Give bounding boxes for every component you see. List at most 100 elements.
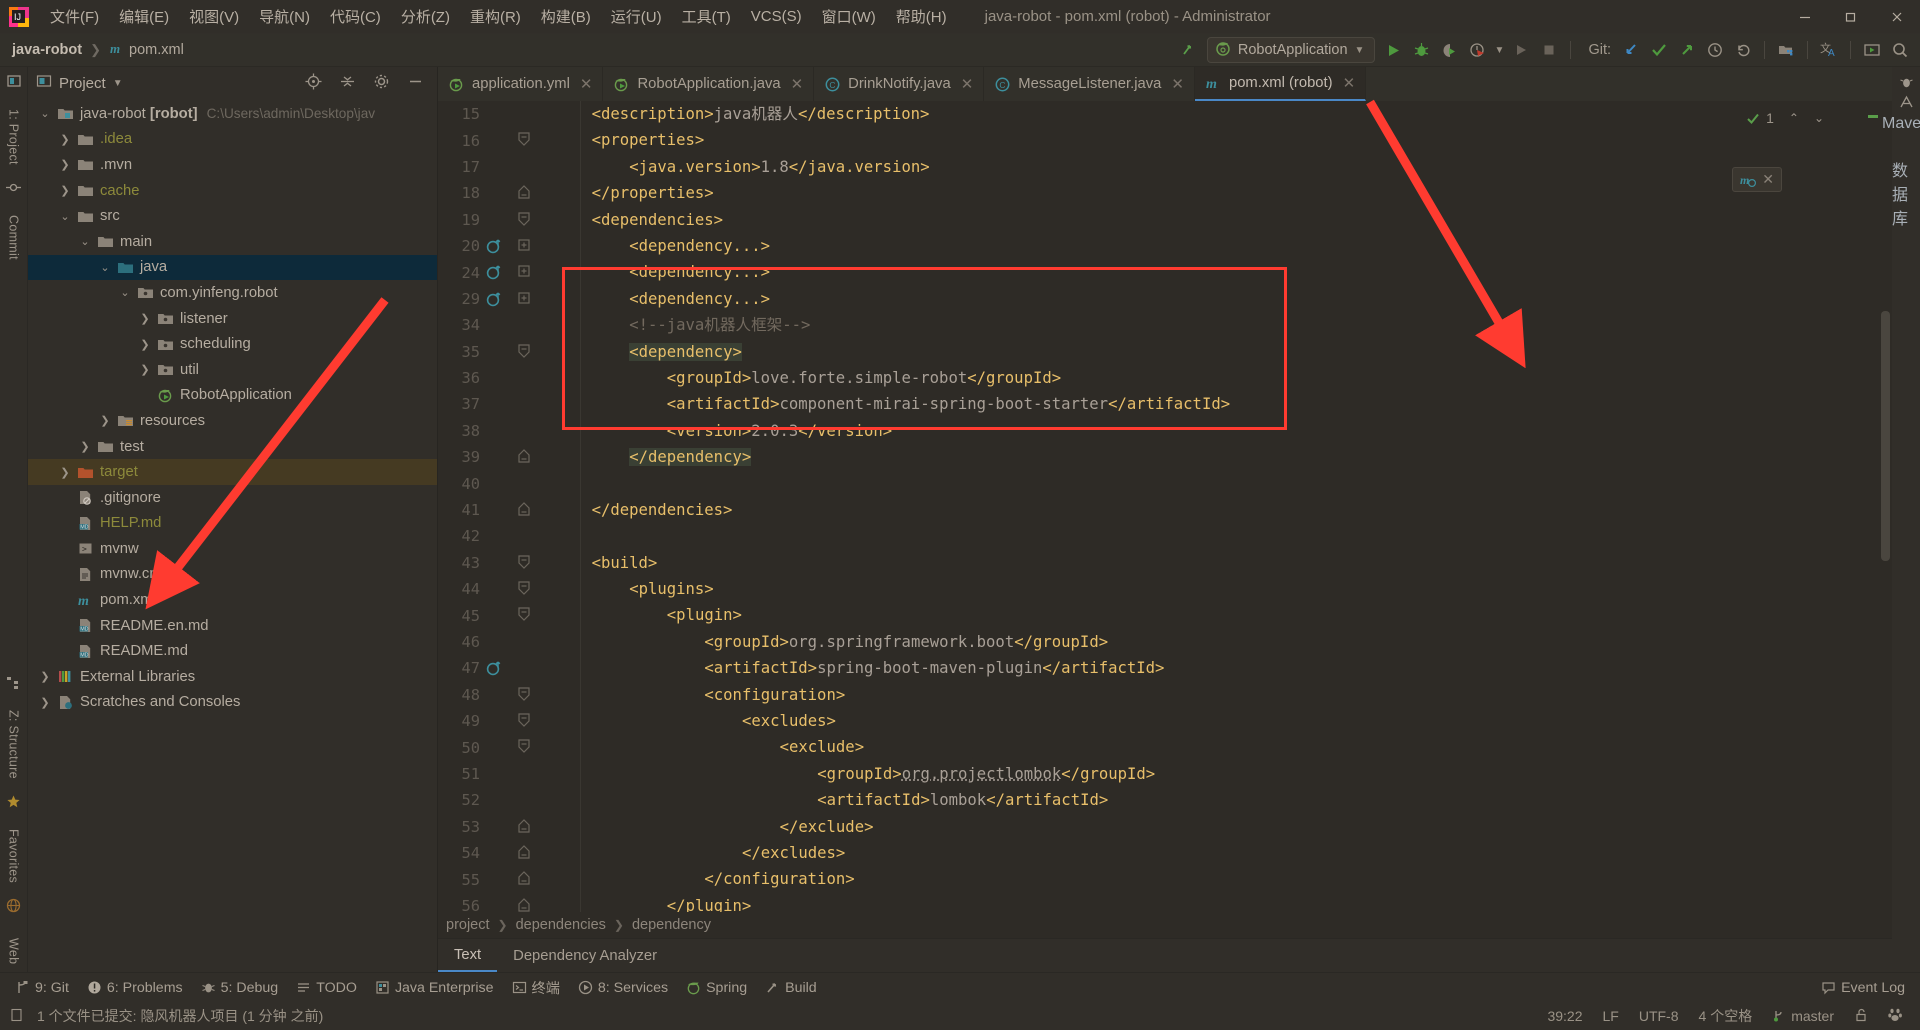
close-icon[interactable]: ✕	[961, 75, 974, 93]
menu-item-9[interactable]: 工具(T)	[672, 3, 741, 30]
breadcrumb-project[interactable]: java-robot	[6, 40, 88, 60]
fold-plus-icon[interactable]	[516, 237, 532, 257]
chevron-right-icon[interactable]: ❯	[98, 414, 112, 428]
gutter-line[interactable]: 16	[438, 127, 548, 153]
code-line[interactable]: <plugin>	[554, 602, 1892, 628]
editor-view-tab-text[interactable]: Text	[438, 939, 497, 972]
bottom-tool-java-enterprise[interactable]: Java Enterprise	[368, 977, 501, 999]
settings-icon[interactable]	[368, 73, 395, 94]
gutter-line[interactable]: 17	[438, 154, 548, 180]
gutter-line[interactable]: 20	[438, 233, 548, 259]
code-line[interactable]: <!--java机器人框架-->	[554, 312, 1892, 338]
chevron-down-icon[interactable]: ⌄	[98, 260, 112, 274]
gutter-line[interactable]: 45	[438, 602, 548, 628]
tree-item-com-yinfeng-robot[interactable]: ⌄ com.yinfeng.robot	[28, 280, 437, 306]
code-line[interactable]: <properties>	[554, 127, 1892, 153]
chevron-down-icon[interactable]: ⌄	[118, 286, 132, 300]
chevron-down-icon[interactable]: ⌄	[58, 209, 72, 223]
fold-open-icon[interactable]	[516, 211, 532, 231]
bottom-tool-8-services[interactable]: 8: Services	[571, 977, 675, 999]
run-configuration-selector[interactable]: RobotApplication ▼	[1207, 37, 1376, 63]
close-icon[interactable]: ✕	[580, 75, 593, 93]
dependency-update-icon[interactable]	[486, 660, 502, 680]
sidebar-item-favorites[interactable]: Favorites	[7, 821, 21, 891]
editor-tab-drinknotify-java[interactable]: C DrinkNotify.java ✕	[814, 67, 984, 101]
run-button[interactable]	[1379, 37, 1407, 63]
debug-button[interactable]	[1407, 37, 1435, 63]
chevron-right-icon[interactable]: ❯	[58, 158, 72, 172]
code-line[interactable]: <groupId>love.forte.simple-robot</groupI…	[554, 365, 1892, 391]
chevron-right-icon[interactable]: ❯	[78, 440, 92, 454]
project-tree[interactable]: ⌄ java-robot [robot] C:\Users\admin\Deskto…	[28, 99, 437, 972]
sidebar-item-commit[interactable]: Commit	[7, 207, 21, 268]
file-encoding[interactable]: UTF-8	[1632, 1006, 1686, 1026]
fold-open-icon[interactable]	[516, 738, 532, 758]
gutter-line[interactable]: 43	[438, 550, 548, 576]
code-line[interactable]	[554, 470, 1892, 496]
hide-icon[interactable]	[402, 73, 429, 94]
gutter-line[interactable]: 50	[438, 734, 548, 760]
code-line[interactable]: <groupId>org.springframework.boot</group…	[554, 629, 1892, 655]
chevron-up-icon[interactable]: ⌃	[1789, 111, 1799, 125]
tree-item-listener[interactable]: ❯ listener	[28, 306, 437, 332]
git-push-icon[interactable]	[1673, 37, 1701, 63]
gutter-line[interactable]: 56	[438, 893, 548, 912]
fold-close-icon[interactable]	[516, 818, 532, 838]
maximize-button[interactable]	[1828, 0, 1874, 34]
gutter-line[interactable]: 40	[438, 470, 548, 496]
close-icon[interactable]: ✕	[1343, 74, 1356, 92]
run-with-coverage-button[interactable]	[1435, 37, 1463, 63]
locate-icon[interactable]	[300, 73, 327, 94]
gutter-line[interactable]: 18	[438, 180, 548, 206]
tree-item-readme-en-md[interactable]: MD README.en.md	[28, 613, 437, 639]
code-line[interactable]	[554, 523, 1892, 549]
code-line[interactable]: </excludes>	[554, 840, 1892, 866]
notifications-rail-icon[interactable]	[1899, 67, 1914, 95]
fold-plus-icon[interactable]	[516, 290, 532, 310]
tree-item-java-robot[interactable]: ⌄ java-robot [robot] C:\Users\admin\Deskto…	[28, 101, 437, 127]
menu-item-7[interactable]: 构建(B)	[531, 3, 601, 30]
tree-item-readme-md[interactable]: MD README.md	[28, 638, 437, 664]
tree-item-resources[interactable]: ❯ resources	[28, 408, 437, 434]
tree-item-src[interactable]: ⌄ src	[28, 203, 437, 229]
gutter-line[interactable]: 42	[438, 523, 548, 549]
menu-item-6[interactable]: 重构(R)	[460, 3, 531, 30]
code-line[interactable]: <dependency...>	[554, 233, 1892, 259]
gutter-line[interactable]: 38	[438, 418, 548, 444]
menu-item-2[interactable]: 视图(V)	[179, 3, 249, 30]
menu-item-3[interactable]: 导航(N)	[249, 3, 320, 30]
profile-dropdown-icon[interactable]: ▼	[1491, 37, 1507, 63]
close-icon[interactable]: ✕	[1171, 75, 1184, 93]
code-line[interactable]: <dependency...>	[554, 259, 1892, 285]
close-button[interactable]	[1874, 0, 1920, 34]
sidebar-item-web[interactable]: Web	[7, 930, 21, 972]
code-line[interactable]: <plugins>	[554, 576, 1892, 602]
bottom-tool-6-problems[interactable]: 6: Problems	[80, 977, 190, 999]
menu-item-0[interactable]: 文件(F)	[40, 3, 109, 30]
sidebar-item-project[interactable]: 1: Project	[7, 101, 21, 173]
editor-breadcrumb-dependency[interactable]: dependency	[632, 917, 711, 933]
menu-item-4[interactable]: 代码(C)	[320, 3, 391, 30]
structure-rail-icon[interactable]	[6, 668, 21, 702]
chevron-right-icon[interactable]: ❯	[38, 670, 52, 684]
fold-close-icon[interactable]	[516, 501, 532, 521]
unlocked-icon[interactable]	[1847, 1006, 1875, 1027]
dependency-update-icon[interactable]	[486, 291, 502, 311]
tree-item-mvnw-cmd[interactable]: mvnw.cmd	[28, 562, 437, 588]
editor-breadcrumb-dependencies[interactable]: dependencies	[516, 917, 606, 933]
gutter-line[interactable]: 49	[438, 708, 548, 734]
code-line[interactable]: </properties>	[554, 180, 1892, 206]
chevron-right-icon[interactable]: ❯	[38, 695, 52, 709]
stop-button[interactable]	[1535, 37, 1563, 63]
fold-close-icon[interactable]	[516, 897, 532, 912]
tree-item-test[interactable]: ❯ test	[28, 434, 437, 460]
bottom-tool-5-debug[interactable]: 5: Debug	[194, 977, 286, 999]
line-separator[interactable]: LF	[1596, 1006, 1626, 1026]
tree-item-main[interactable]: ⌄ main	[28, 229, 437, 255]
fold-open-icon[interactable]	[516, 686, 532, 706]
project-structure-icon[interactable]	[1772, 37, 1800, 63]
code-line[interactable]: <artifactId>lombok</artifactId>	[554, 787, 1892, 813]
editor-tab-robotapplication-java[interactable]: RobotApplication.java ✕	[603, 67, 814, 101]
code-line[interactable]: </configuration>	[554, 866, 1892, 892]
gutter-line[interactable]: 53	[438, 814, 548, 840]
